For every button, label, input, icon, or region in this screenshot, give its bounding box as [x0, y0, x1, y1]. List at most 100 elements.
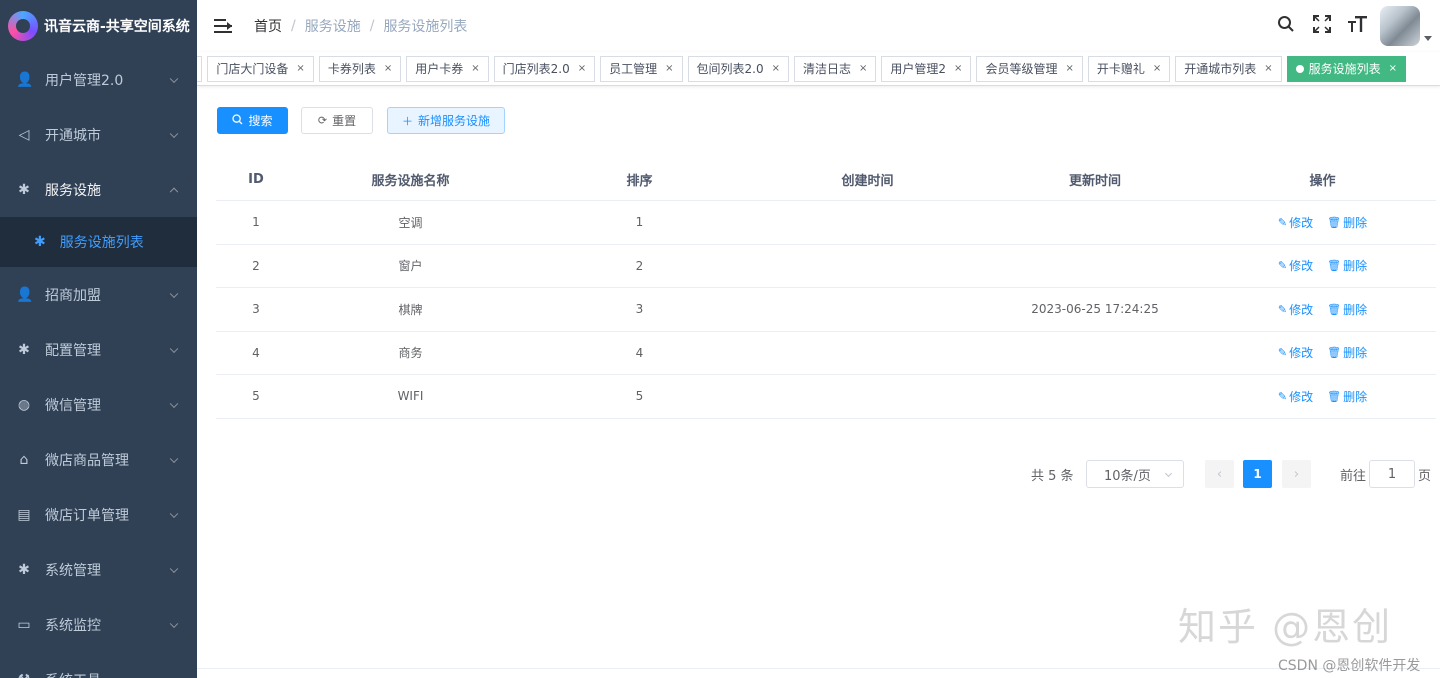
tab-item[interactable]: 用户卡券 × [406, 56, 489, 82]
search-icon[interactable] [1268, 15, 1304, 38]
table-row: 3 棋牌 3 2023-06-25 17:24:25 ✎ 修改 🗑 删除 [216, 288, 1436, 332]
breadcrumb-current: 服务设施列表 [383, 19, 468, 35]
sidebar-item[interactable]: ⌂ 微店商品管理 [0, 432, 197, 487]
delete-button[interactable]: 🗑 删除 [1327, 257, 1367, 274]
chevron-down-icon [169, 344, 179, 353]
sidebar-item[interactable]: ⚒ 系统工具 [0, 652, 197, 678]
close-icon[interactable]: × [954, 57, 962, 81]
close-icon[interactable]: × [1389, 57, 1397, 81]
cell-created [754, 245, 981, 288]
caret-down-icon[interactable] [1424, 35, 1432, 41]
tab-label: 清洁日志 [803, 62, 852, 76]
logo[interactable]: 讯音云商-共享空间系统 [0, 0, 197, 52]
sidebar-item-label: 配置管理 [45, 342, 101, 359]
tab-item[interactable]: 员工管理 × [600, 56, 683, 82]
tab-item[interactable]: 清洁日志 × [794, 56, 877, 82]
goto-page-input[interactable]: 1 [1369, 460, 1415, 488]
sidebar-item[interactable]: 👤 用户管理2.0 [0, 52, 197, 107]
cell-actions: ✎ 修改 🗑 删除 [1209, 375, 1436, 418]
page-size-select[interactable]: 10条/页 [1086, 460, 1184, 488]
sidebar-item[interactable]: ✱ 系统管理 [0, 542, 197, 597]
close-icon[interactable]: × [665, 57, 673, 81]
edit-button[interactable]: ✎ 修改 [1278, 214, 1313, 231]
edit-button[interactable]: ✎ 修改 [1278, 388, 1313, 405]
page-number-current[interactable]: 1 [1243, 460, 1272, 488]
sidebar-item-label: 微店订单管理 [45, 507, 129, 524]
close-icon[interactable]: × [772, 57, 780, 81]
tab-item[interactable]: 卡券列表 × [318, 56, 402, 82]
close-icon[interactable]: × [471, 57, 479, 81]
edit-button[interactable]: ✎ 修改 [1278, 257, 1313, 274]
navbar-right [1268, 0, 1440, 52]
tab-item[interactable]: 包间列表2.0 × [687, 56, 789, 82]
sidebar-item[interactable]: ◁ 开通城市 [0, 107, 197, 162]
edit-button[interactable]: ✎ 修改 [1278, 344, 1313, 361]
tab-active[interactable]: 服务设施列表 × [1286, 56, 1407, 82]
chevron-right-icon: › [1293, 466, 1300, 482]
table-header: ID 服务设施名称 排序 创建时间 更新时间 操作 [216, 158, 1436, 201]
close-icon[interactable]: × [1153, 57, 1161, 81]
goto-suffix: 页 [1418, 468, 1432, 484]
tab-item[interactable]: 开通城市列表 × [1175, 56, 1282, 82]
trash-icon: 🗑 [1327, 346, 1342, 360]
cell-id: 4 [252, 345, 260, 360]
column-header-created[interactable]: 创建时间 [754, 158, 981, 200]
column-header-name[interactable]: 服务设施名称 [296, 158, 525, 200]
cell-name: 棋牌 [398, 302, 423, 317]
gear-icon: ✱ [34, 234, 46, 250]
breadcrumb-home[interactable]: 首页 [254, 16, 282, 36]
tab-label: 服务设施列表 [1308, 62, 1381, 76]
delete-button[interactable]: 🗑 删除 [1327, 388, 1367, 405]
fullscreen-icon[interactable] [1304, 14, 1340, 38]
sidebar-item-label: 系统监控 [45, 617, 101, 634]
tab-item[interactable]: 用户管理2 × [881, 56, 972, 82]
tab-item[interactable]: 开卡赠礼 × [1087, 56, 1171, 82]
delete-label: 删除 [1343, 259, 1368, 274]
sidebar-menu: 👤 用户管理2.0 ◁ 开通城市 ✱ 服务设施 ✱ 服务设施列表 👤 招商加盟 ✱ 配置管理 ◍ 微信管理… [0, 52, 197, 678]
tab-item[interactable]: 门店大门设备 × [207, 56, 314, 82]
column-header-id[interactable]: ID [216, 158, 296, 200]
tab-item[interactable]: 会员等级管理 × [976, 56, 1083, 82]
tab-label: 开卡赠礼 [1096, 62, 1145, 76]
search-button[interactable]: 搜索 [217, 107, 288, 134]
delete-button[interactable]: 🗑 删除 [1327, 344, 1367, 361]
column-header-updated[interactable]: 更新时间 [981, 158, 1209, 200]
next-page-button[interactable]: › [1282, 460, 1311, 488]
sidebar-item[interactable]: ✱ 配置管理 [0, 322, 197, 377]
reset-button[interactable]: ⟳ 重置 [301, 107, 373, 134]
close-icon[interactable]: × [296, 57, 304, 81]
add-service-facility-button[interactable]: ＋ 新增服务设施 [387, 107, 505, 134]
close-icon[interactable]: × [859, 57, 867, 81]
tab-item[interactable]: 门店列表2.0 × [493, 56, 596, 82]
trash-icon: 🗑 [1327, 389, 1342, 403]
chevron-down-icon [169, 619, 179, 628]
sidebar-item[interactable]: ▭ 系统监控 [0, 597, 197, 652]
sidebar-item[interactable]: ◍ 微信管理 [0, 377, 197, 432]
sidebar-item[interactable]: 👤 招商加盟 [0, 267, 197, 322]
table-row: 2 窗户 2 ✎ 修改 🗑 删除 [216, 245, 1436, 288]
close-icon[interactable]: × [578, 57, 586, 81]
delete-label: 删除 [1343, 215, 1368, 230]
prev-page-button[interactable]: ‹ [1205, 460, 1234, 488]
close-icon[interactable]: × [1264, 57, 1272, 81]
sidebar-item[interactable]: ✱ 服务设施 [0, 162, 197, 217]
edit-icon: ✎ [1277, 302, 1288, 316]
delete-button[interactable]: 🗑 删除 [1327, 214, 1367, 231]
font-size-icon[interactable] [1340, 15, 1376, 38]
column-header-sort[interactable]: 排序 [525, 158, 754, 200]
close-icon[interactable]: × [1065, 57, 1073, 81]
sidebar-item[interactable]: ▤ 微店订单管理 [0, 487, 197, 542]
edit-label: 修改 [1289, 215, 1314, 230]
cell-sort: 5 [635, 389, 644, 404]
hamburger-icon[interactable] [214, 19, 232, 33]
chevron-down-icon [169, 674, 179, 678]
sidebar-subitem[interactable]: ✱ 服务设施列表 [0, 217, 197, 267]
page-size-value: 10条/页 [1104, 468, 1151, 484]
tab-item[interactable]: 细× [197, 56, 203, 82]
avatar[interactable] [1380, 6, 1420, 46]
close-icon[interactable]: × [384, 57, 392, 81]
edit-button[interactable]: ✎ 修改 [1278, 301, 1313, 318]
add-button-label: 新增服务设施 [417, 114, 490, 128]
delete-button[interactable]: 🗑 删除 [1327, 301, 1367, 318]
refresh-icon: ⟳ [317, 114, 328, 127]
